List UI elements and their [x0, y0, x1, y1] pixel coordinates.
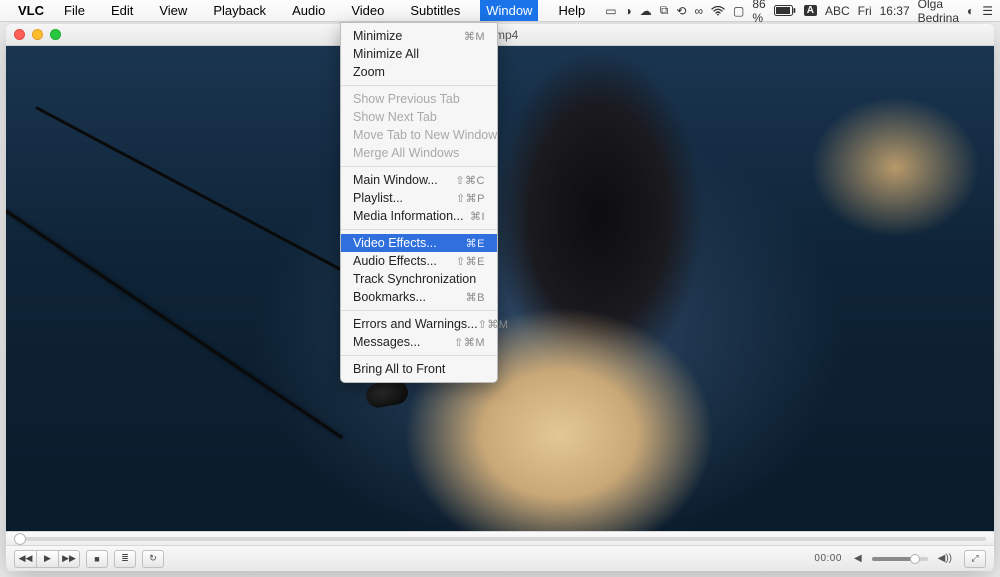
menu-minimize[interactable]: Minimize⌘M [341, 27, 497, 45]
app-name[interactable]: VLC [18, 3, 44, 18]
time-display: 00:00 [814, 553, 842, 564]
volume-thumb[interactable] [910, 554, 920, 564]
clock-time: 16:37 [880, 4, 910, 18]
menu-playback[interactable]: Playback [207, 0, 272, 21]
window-title: nt.mp4 [6, 28, 994, 42]
menu-bring-all-to-front[interactable]: Bring All to Front [341, 360, 497, 378]
wifi-icon[interactable] [711, 6, 725, 16]
menu-subtitles[interactable]: Subtitles [404, 0, 466, 21]
menu-separator [341, 85, 497, 86]
menu-main-window[interactable]: Main Window...⇧⌘C [341, 171, 497, 189]
menu-merge-all-windows: Merge All Windows [341, 144, 497, 162]
window-menu-dropdown: Minimize⌘M Minimize All Zoom Show Previo… [340, 22, 498, 383]
menu-show-next-tab: Show Next Tab [341, 108, 497, 126]
vlc-player-window: nt.mp4 ◀◀ ▶ ▶▶ ■ ≣ ↻ 00:00 ◀ ◀)) ⤢ [6, 24, 994, 571]
player-controls: ◀◀ ▶ ▶▶ ■ ≣ ↻ 00:00 ◀ ◀)) ⤢ [6, 545, 994, 571]
status-icon[interactable]: ◑ [625, 4, 632, 18]
input-indicator[interactable]: A [804, 5, 817, 16]
menubar-status-area: ▭ ◑ ☁ ⧉ ⟲ ∞ ▢ 86 % A ABC Fri 16:37 Olga … [605, 0, 993, 25]
menu-track-sync[interactable]: Track Synchronization [341, 270, 497, 288]
video-viewport[interactable] [6, 46, 994, 531]
menu-messages[interactable]: Messages...⇧⌘M [341, 333, 497, 351]
menu-zoom[interactable]: Zoom [341, 63, 497, 81]
spotlight-icon[interactable]: ◐ [967, 4, 974, 18]
menu-minimize-all[interactable]: Minimize All [341, 45, 497, 63]
battery-percent: 86 % [752, 0, 765, 25]
menu-separator [341, 229, 497, 230]
menu-errors-warnings[interactable]: Errors and Warnings...⇧⌘M [341, 315, 497, 333]
seek-thumb[interactable] [14, 533, 26, 545]
menu-edit[interactable]: Edit [105, 0, 139, 21]
play-button[interactable]: ▶ [36, 550, 58, 568]
menu-separator [341, 166, 497, 167]
menu-separator [341, 355, 497, 356]
airplay-icon[interactable]: ▢ [733, 4, 744, 18]
menu-audio-effects[interactable]: Audio Effects...⇧⌘E [341, 252, 497, 270]
skip-forward-button[interactable]: ▶▶ [58, 550, 80, 568]
menu-window[interactable]: Window [480, 0, 538, 21]
menu-move-tab-new-window: Move Tab to New Window [341, 126, 497, 144]
battery-icon[interactable] [774, 5, 796, 16]
window-titlebar[interactable]: nt.mp4 [6, 24, 994, 46]
seek-track[interactable] [14, 537, 986, 541]
menu-separator [341, 310, 497, 311]
stop-button[interactable]: ■ [86, 550, 108, 568]
macos-menubar: VLC File Edit View Playback Audio Video … [0, 0, 1000, 22]
video-frame-image [6, 46, 994, 531]
menu-bookmarks[interactable]: Bookmarks...⌘B [341, 288, 497, 306]
menu-help[interactable]: Help [552, 0, 591, 21]
volume-slider[interactable] [872, 557, 928, 561]
menu-file[interactable]: File [58, 0, 91, 21]
fullscreen-button[interactable]: ⤢ [964, 550, 986, 568]
skip-back-button[interactable]: ◀◀ [14, 550, 36, 568]
dropbox-icon[interactable]: ⧉ [660, 3, 669, 18]
user-name[interactable]: Olga Bedrina [918, 0, 959, 25]
volume-high-icon[interactable]: ◀)) [938, 553, 952, 564]
menu-show-prev-tab: Show Previous Tab [341, 90, 497, 108]
playlist-button[interactable]: ≣ [114, 550, 136, 568]
menu-video-effects[interactable]: Video Effects...⌘E [341, 234, 497, 252]
clock-day: Fri [858, 4, 872, 18]
transport-group: ◀◀ ▶ ▶▶ [14, 550, 80, 568]
input-lang[interactable]: ABC [825, 4, 850, 18]
sync-icon[interactable]: ⟲ [676, 4, 686, 18]
menu-video[interactable]: Video [345, 0, 390, 21]
status-icon[interactable]: ▭ [605, 4, 616, 18]
seek-bar[interactable] [6, 531, 994, 545]
menu-playlist[interactable]: Playlist...⇧⌘P [341, 189, 497, 207]
menu-extra-icon[interactable]: ☰ [982, 4, 993, 18]
menu-media-information[interactable]: Media Information...⌘I [341, 207, 497, 225]
infinity-icon[interactable]: ∞ [694, 4, 703, 18]
repeat-button[interactable]: ↻ [142, 550, 164, 568]
volume-low-icon[interactable]: ◀ [854, 553, 862, 564]
volume-fill [872, 557, 911, 561]
menu-audio[interactable]: Audio [286, 0, 331, 21]
menu-view[interactable]: View [153, 0, 193, 21]
cloud-icon[interactable]: ☁ [640, 4, 652, 18]
